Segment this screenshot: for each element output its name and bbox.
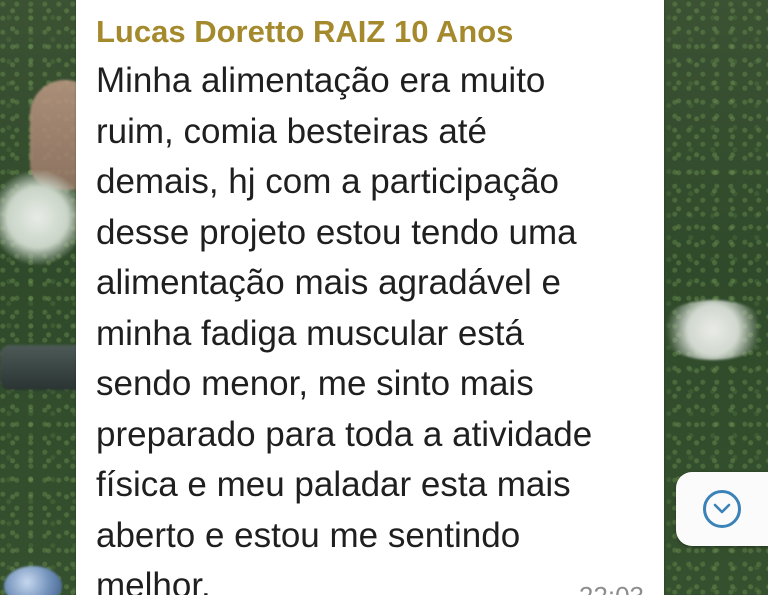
- sender-avatar[interactable]: [4, 566, 62, 595]
- background-photo-shape: [658, 300, 768, 360]
- scroll-to-bottom-button[interactable]: [676, 472, 768, 546]
- message-timestamp: 22:03: [579, 582, 644, 595]
- message-bubble[interactable]: Lucas Doretto RAIZ 10 Anos Minha aliment…: [76, 0, 664, 595]
- chevron-down-icon: [703, 490, 741, 528]
- background-photo-object: [0, 345, 85, 390]
- sender-name[interactable]: Lucas Doretto RAIZ 10 Anos: [96, 14, 646, 50]
- background-photo-shape: [0, 170, 85, 265]
- message-text: Minha alimentação era muito ruim, comia …: [96, 61, 593, 595]
